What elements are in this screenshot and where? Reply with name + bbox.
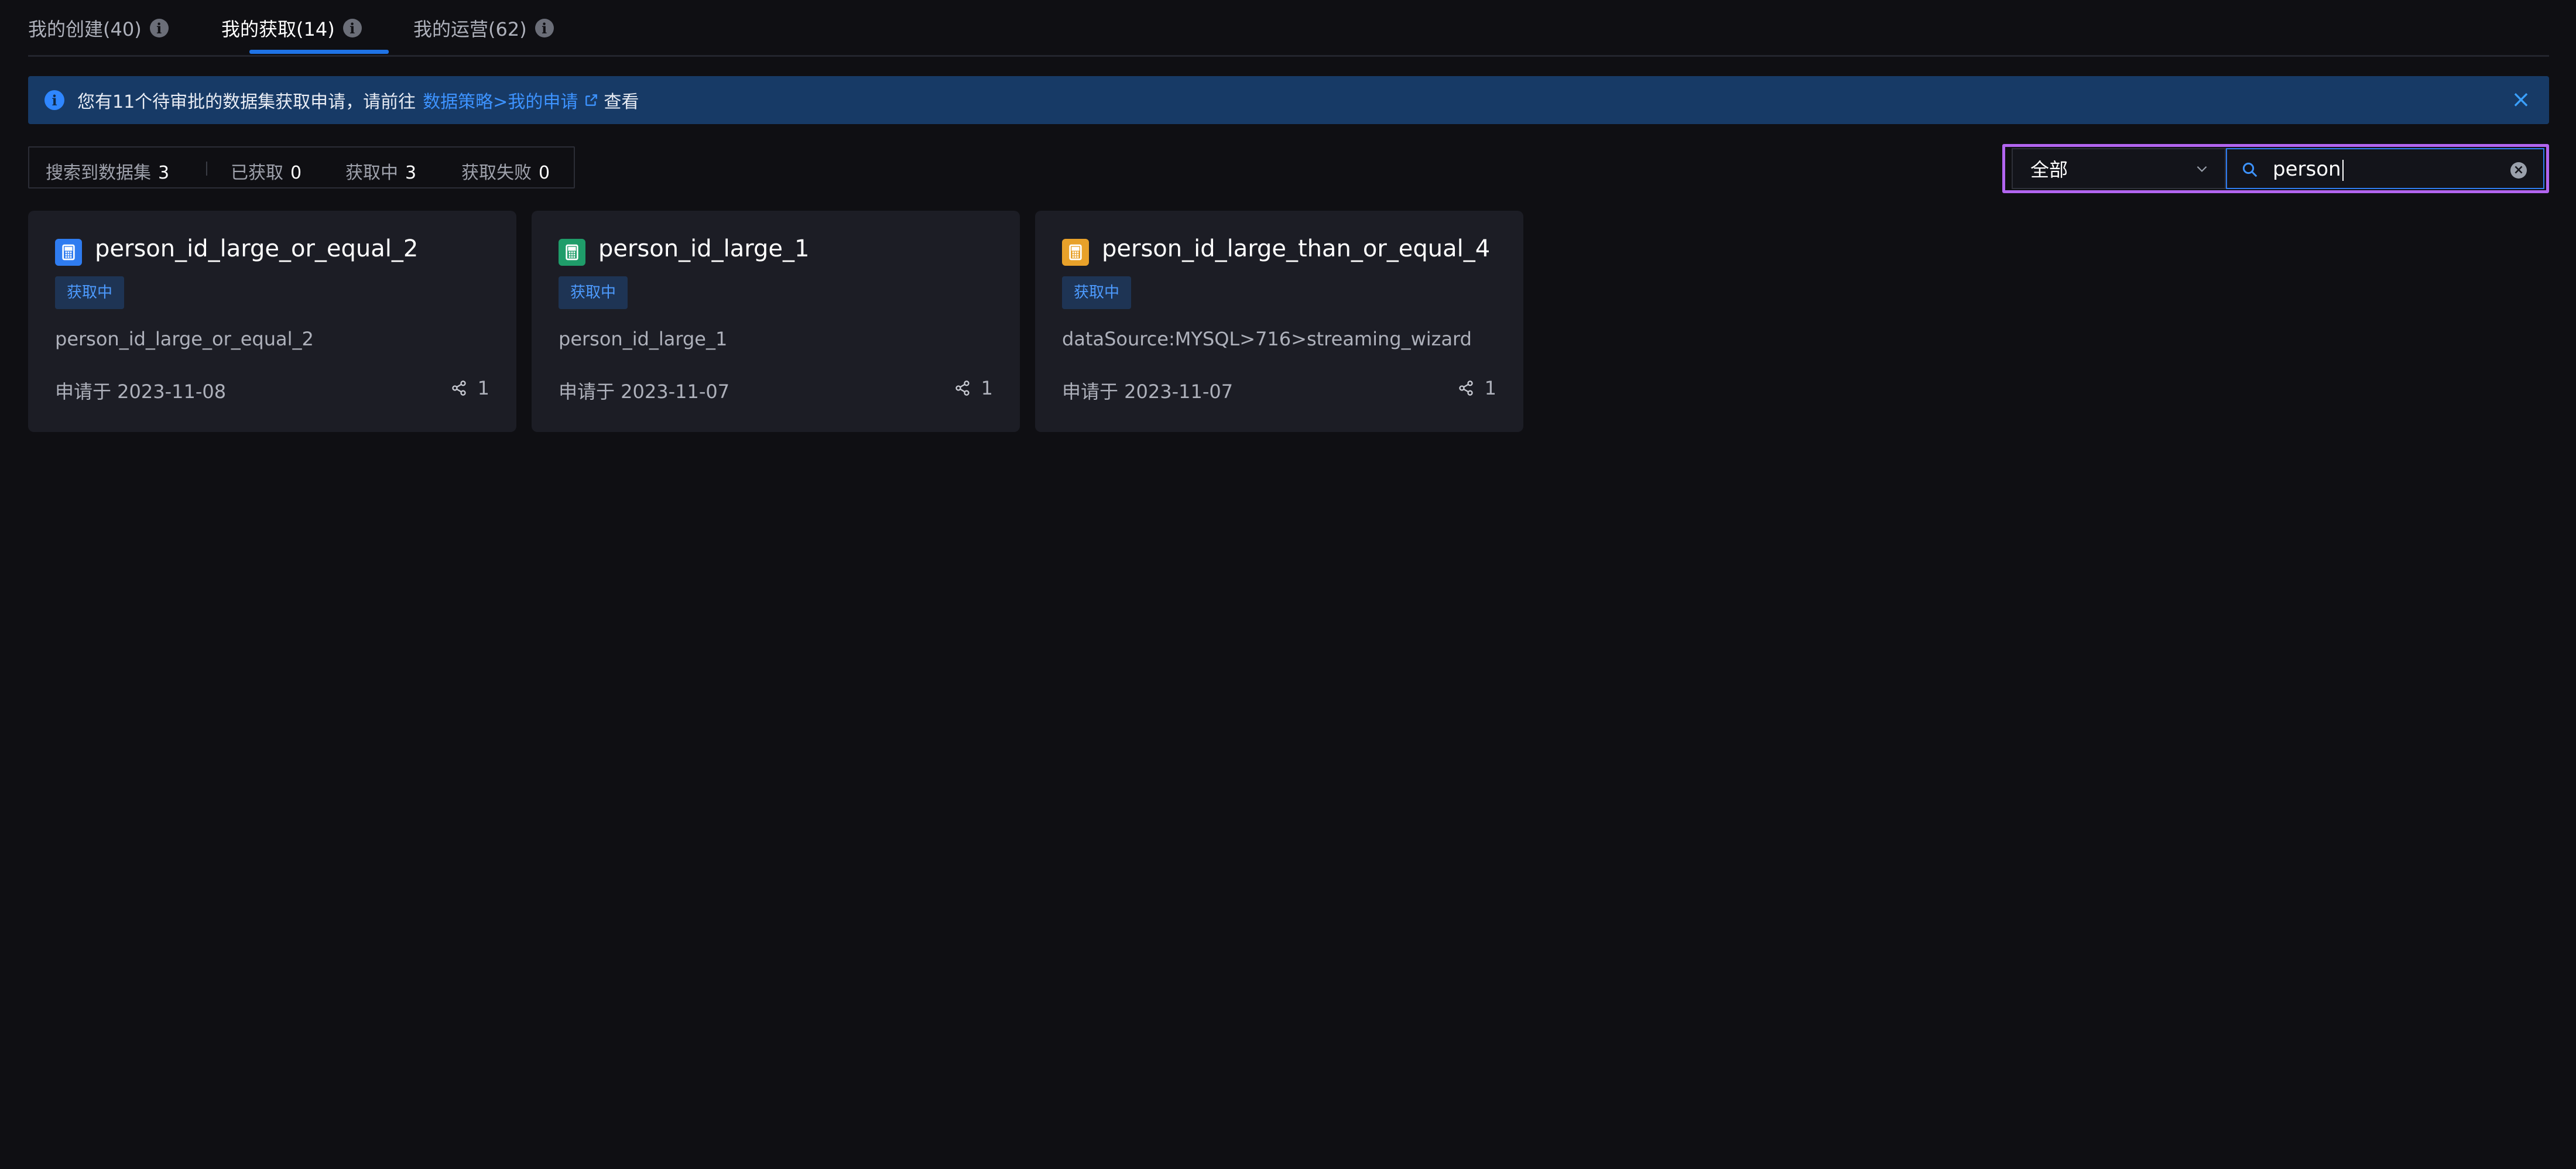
- external-link-icon[interactable]: [584, 92, 599, 108]
- select-value: 全部: [2030, 159, 2068, 181]
- tab-label: 我的创建(40): [28, 18, 142, 40]
- tab-label: 我的运营(62): [413, 18, 527, 40]
- banner-link[interactable]: 数据策略>我的申请: [423, 87, 578, 113]
- calculator-icon: [55, 239, 82, 266]
- search-icon: [2242, 162, 2258, 177]
- divider: [206, 162, 207, 176]
- calculator-icon: [1062, 239, 1089, 266]
- card-date: 申请于 2023-11-07: [1062, 380, 1234, 403]
- info-icon[interactable]: i: [342, 19, 362, 37]
- card-date: 申请于 2023-11-08: [55, 380, 227, 403]
- card-title[interactable]: person_id_large_or_equal_2: [95, 235, 418, 262]
- status-badge: 获取中: [559, 276, 628, 309]
- search-value: person: [2273, 157, 2344, 181]
- tab-my-acquired[interactable]: 我的获取(14) i: [221, 15, 362, 41]
- card-description: person_id_large_or_equal_2: [55, 328, 314, 350]
- share-icon: [955, 380, 970, 396]
- active-tab-indicator: [249, 50, 389, 54]
- tab-my-created[interactable]: 我的创建(40) i: [28, 15, 169, 41]
- share-count: 1: [451, 377, 489, 399]
- status-badge: 获取中: [1062, 276, 1132, 309]
- notice-banner: i 您有11个待审批的数据集获取申请，请前往 数据策略>我的申请 查看 ×: [28, 76, 2549, 124]
- stat-acquired: 已获取 0: [231, 163, 302, 183]
- status-badge: 获取中: [55, 276, 125, 309]
- dataset-card[interactable]: person_id_large_or_equal_2 获取中 person_id…: [28, 211, 516, 432]
- info-icon[interactable]: i: [149, 19, 169, 37]
- tab-bar: 我的创建(40) i 我的获取(14) i 我的运营(62) i: [28, 0, 2549, 57]
- dataset-card[interactable]: person_id_large_than_or_equal_4 获取中 data…: [1035, 211, 1523, 432]
- info-icon: i: [44, 90, 64, 110]
- stat-acquiring: 获取中 3: [345, 163, 417, 183]
- banner-suffix: 查看: [604, 92, 639, 112]
- card-title[interactable]: person_id_large_1: [598, 235, 809, 262]
- calculator-icon: [559, 239, 585, 266]
- tab-my-operations[interactable]: 我的运营(62) i: [413, 15, 554, 41]
- share-count: 1: [954, 377, 993, 399]
- clear-icon[interactable]: ×: [2510, 162, 2527, 179]
- info-icon[interactable]: i: [535, 19, 554, 37]
- card-title[interactable]: person_id_large_than_or_equal_4: [1102, 235, 1490, 262]
- stat-searched: 搜索到数据集 3: [46, 163, 170, 183]
- share-count: 1: [1458, 377, 1496, 399]
- dataset-card[interactable]: person_id_large_1 获取中 person_id_large_1 …: [532, 211, 1020, 432]
- tab-label: 我的获取(14): [221, 18, 335, 40]
- chevron-down-icon: [2197, 166, 2207, 172]
- text-caret: [2342, 159, 2344, 181]
- status-select[interactable]: 全部: [2012, 148, 2226, 189]
- share-icon: [451, 380, 466, 396]
- stat-failed: 获取失败 0: [461, 163, 550, 183]
- search-input[interactable]: person ×: [2226, 148, 2544, 189]
- card-description: person_id_large_1: [559, 328, 728, 350]
- stats-bar: 搜索到数据集 3 已获取 0 获取中 3 获取失败 0: [28, 146, 575, 188]
- card-date: 申请于 2023-11-07: [559, 380, 730, 403]
- close-icon[interactable]: ×: [2510, 88, 2532, 111]
- card-description: dataSource:MYSQL>716>streaming_wizard: [1062, 328, 1472, 350]
- banner-message: 您有11个待审批的数据集获取申请，请前往: [77, 92, 416, 112]
- share-icon: [1458, 380, 1473, 396]
